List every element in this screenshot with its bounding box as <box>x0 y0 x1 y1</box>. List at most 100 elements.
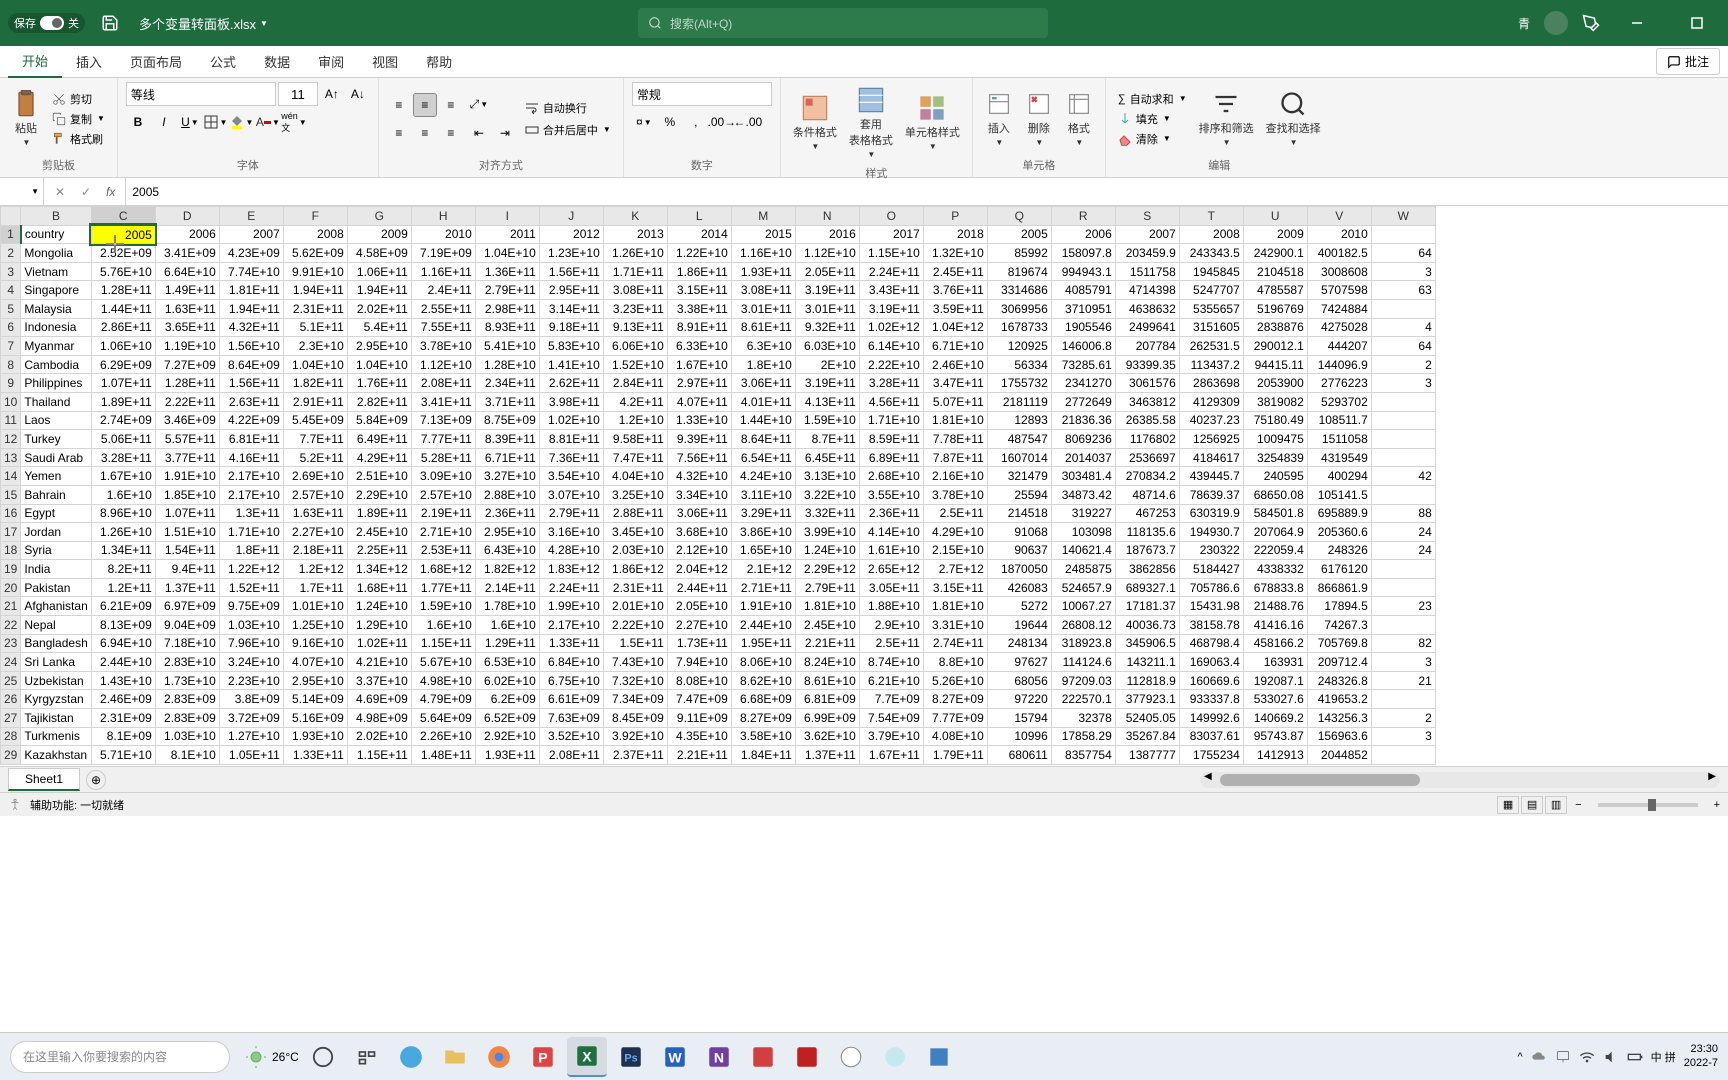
cell[interactable]: 1.12E+10 <box>411 355 475 374</box>
cell[interactable]: 1.89E+11 <box>91 392 155 411</box>
cell[interactable]: Uzbekistan <box>21 671 91 690</box>
row-header[interactable]: 23 <box>1 634 21 653</box>
cell[interactable]: 1176802 <box>1115 430 1179 449</box>
cell[interactable]: 8.24E+10 <box>795 653 859 672</box>
cell[interactable]: 2 <box>1371 355 1435 374</box>
cell[interactable]: 15794 <box>987 709 1051 728</box>
cell[interactable]: 1.93E+11 <box>731 262 795 281</box>
cell[interactable]: 2.14E+11 <box>475 578 539 597</box>
cell[interactable]: 3 <box>1371 262 1435 281</box>
cell[interactable]: 270834.2 <box>1115 467 1179 486</box>
cell[interactable]: 1.88E+10 <box>859 597 923 616</box>
cell[interactable]: 7.54E+09 <box>859 709 923 728</box>
align-bottom-button[interactable]: ≡ <box>439 93 463 117</box>
cell[interactable]: 1.86E+11 <box>667 262 731 281</box>
cell[interactable]: 705786.6 <box>1179 578 1243 597</box>
cell[interactable]: Singapore <box>21 281 91 300</box>
cell[interactable]: 1.68E+11 <box>347 578 411 597</box>
cell[interactable]: 3254839 <box>1243 448 1307 467</box>
row-header[interactable]: 26 <box>1 690 21 709</box>
cell[interactable]: 3.41E+11 <box>411 392 475 411</box>
cell[interactable]: 3.8E+09 <box>219 690 283 709</box>
cell[interactable]: 5196769 <box>1243 299 1307 318</box>
cell[interactable]: Vietnam <box>21 262 91 281</box>
chrome-app-icon[interactable] <box>479 1037 519 1077</box>
cell[interactable]: 68650.08 <box>1243 485 1307 504</box>
cell[interactable]: 21488.76 <box>1243 597 1307 616</box>
cell[interactable]: 1.68E+12 <box>411 560 475 579</box>
clock[interactable]: 23:30 2022-7 <box>1684 1043 1718 1069</box>
cell[interactable]: 1.93E+10 <box>283 727 347 746</box>
cell[interactable]: 3.19E+11 <box>859 299 923 318</box>
cell[interactable]: 3.22E+10 <box>795 485 859 504</box>
cell[interactable]: 400294 <box>1307 467 1371 486</box>
cell[interactable]: 689327.1 <box>1115 578 1179 597</box>
cell[interactable]: 2.15E+10 <box>923 541 987 560</box>
cell[interactable]: 468798.4 <box>1179 634 1243 653</box>
row-header[interactable]: 9 <box>1 374 21 393</box>
cell[interactable]: 8357754 <box>1051 746 1115 765</box>
cell[interactable]: 1.91E+10 <box>731 597 795 616</box>
onedrive-icon[interactable] <box>1531 1049 1547 1065</box>
cell[interactable]: 1.73E+11 <box>667 634 731 653</box>
cell[interactable]: 3.41E+09 <box>155 244 219 263</box>
cell[interactable]: 2013 <box>603 225 667 244</box>
cell[interactable]: 3.27E+10 <box>475 467 539 486</box>
cell[interactable]: 64 <box>1371 244 1435 263</box>
cell[interactable]: 8.27E+09 <box>731 709 795 728</box>
cell[interactable]: 7.7E+09 <box>859 690 923 709</box>
cell[interactable]: India <box>21 560 91 579</box>
cell[interactable]: 695889.9 <box>1307 504 1371 523</box>
cell[interactable]: 2.63E+11 <box>219 392 283 411</box>
cell[interactable] <box>1371 411 1435 430</box>
cell[interactable]: Sri Lanka <box>21 653 91 672</box>
cell[interactable]: 2.83E+09 <box>155 709 219 728</box>
cell[interactable]: 3.14E+11 <box>539 299 603 318</box>
row-header[interactable]: 24 <box>1 653 21 672</box>
cell[interactable]: 7.34E+09 <box>603 690 667 709</box>
font-size-select[interactable] <box>278 82 318 106</box>
tab-data[interactable]: 数据 <box>250 46 304 77</box>
cell[interactable]: 7.55E+11 <box>411 318 475 337</box>
cell[interactable]: 321479 <box>987 467 1051 486</box>
cell[interactable]: 3.31E+10 <box>923 616 987 635</box>
cell[interactable]: 74267.3 <box>1307 616 1371 635</box>
cell[interactable]: 243343.5 <box>1179 244 1243 263</box>
cell[interactable]: 1.02E+11 <box>347 634 411 653</box>
powerpoint-app-icon[interactable]: P <box>523 1037 563 1077</box>
cell[interactable]: 1.51E+10 <box>155 523 219 542</box>
cell[interactable]: 1511758 <box>1115 262 1179 281</box>
cell[interactable]: 3.28E+11 <box>91 448 155 467</box>
cell[interactable]: 1.33E+11 <box>539 634 603 653</box>
cell[interactable]: 2.08E+11 <box>411 374 475 393</box>
cell[interactable]: 97220 <box>987 690 1051 709</box>
cell[interactable]: 5.71E+10 <box>91 746 155 765</box>
cell[interactable]: 203459.9 <box>1115 244 1179 263</box>
cell[interactable]: 2.01E+10 <box>603 597 667 616</box>
orientation-button[interactable]: ⤢▼ <box>467 93 491 117</box>
tab-home[interactable]: 开始 <box>8 45 62 78</box>
cell[interactable]: 192087.1 <box>1243 671 1307 690</box>
cell[interactable]: 248326 <box>1307 541 1371 560</box>
cell[interactable]: 8.96E+10 <box>91 504 155 523</box>
cell[interactable]: 1.15E+10 <box>859 244 923 263</box>
cell[interactable]: 140669.2 <box>1243 709 1307 728</box>
cell[interactable]: 7.74E+10 <box>219 262 283 281</box>
cell[interactable]: 4.98E+10 <box>411 671 475 690</box>
currency-button[interactable]: ¤▼ <box>632 110 656 134</box>
tab-formula[interactable]: 公式 <box>196 46 250 77</box>
cell[interactable]: 290012.1 <box>1243 337 1307 356</box>
cell[interactable]: 2017 <box>859 225 923 244</box>
cell[interactable]: 5.1E+11 <box>283 318 347 337</box>
cell[interactable]: 240595 <box>1243 467 1307 486</box>
cell[interactable]: 2.25E+11 <box>347 541 411 560</box>
cell[interactable]: 6.81E+11 <box>219 430 283 449</box>
autosum-button[interactable]: ∑ 自动求和 ▼ <box>1114 90 1191 108</box>
cell[interactable]: 10996 <box>987 727 1051 746</box>
cell[interactable]: 63 <box>1371 281 1435 300</box>
cell[interactable]: 3.15E+11 <box>923 578 987 597</box>
cell[interactable]: 2341270 <box>1051 374 1115 393</box>
cell[interactable]: 1.81E+10 <box>795 597 859 616</box>
cell[interactable]: 88 <box>1371 504 1435 523</box>
cell[interactable]: 1.82E+11 <box>283 374 347 393</box>
